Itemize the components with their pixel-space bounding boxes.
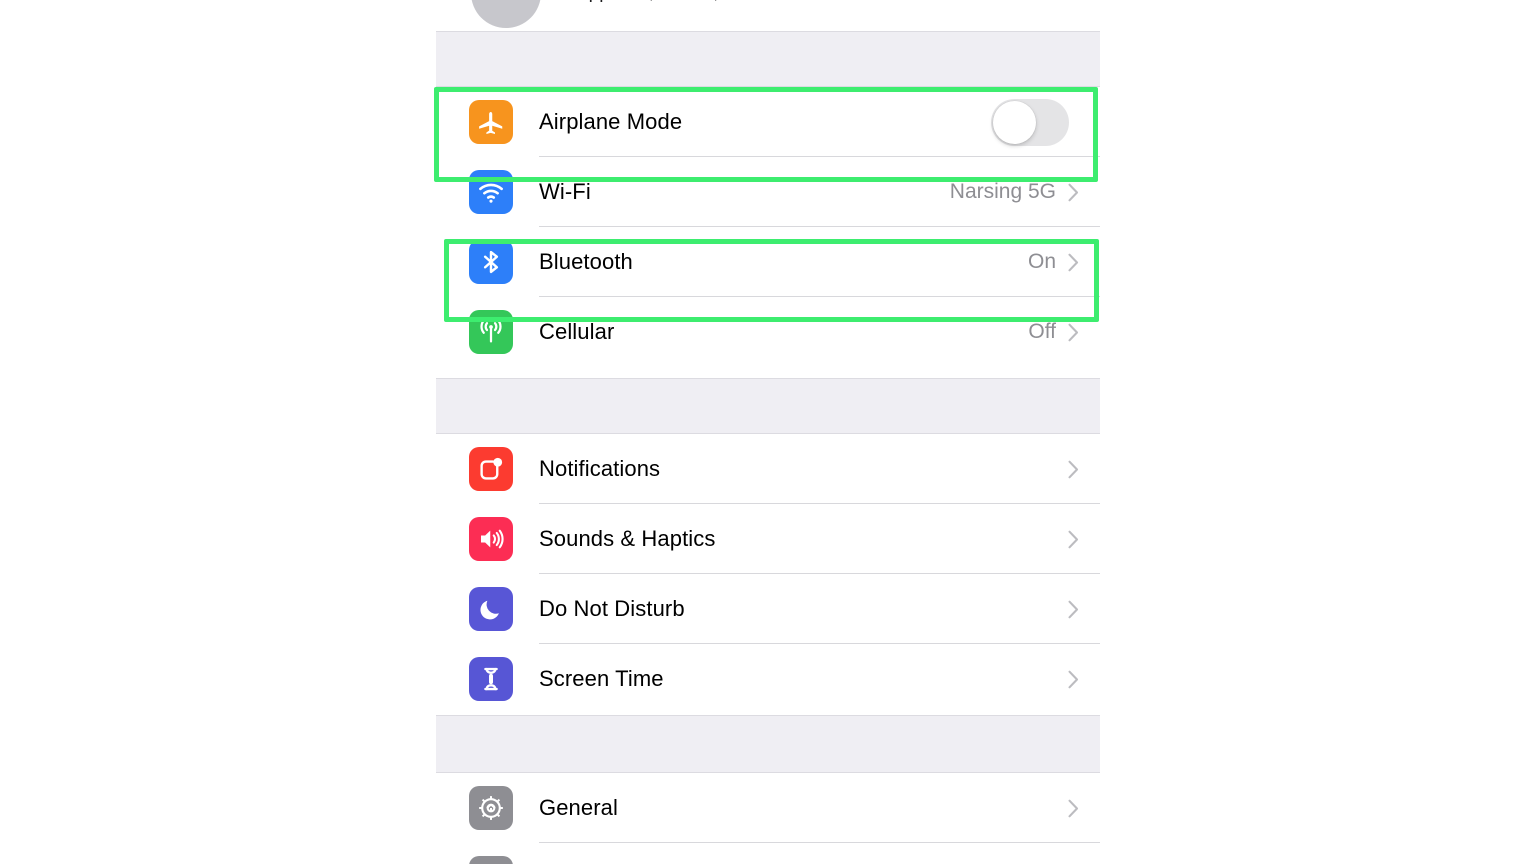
row-label: Cellular <box>539 319 615 344</box>
group-connectivity: Airplane Mode Wi-Fi Narsing 5G Bluetooth… <box>436 87 1100 367</box>
control-center-icon <box>469 856 513 864</box>
bluetooth-icon <box>469 240 513 284</box>
row-control <box>991 98 1079 146</box>
chevron-right-icon <box>1068 530 1079 549</box>
group-alerts: Notifications Sounds & Haptics Do Not Di… <box>436 434 1100 714</box>
settings-row-screen-time[interactable]: Screen Time <box>436 644 1100 714</box>
speaker-waves-icon <box>469 517 513 561</box>
row-label: Sounds & Haptics <box>539 526 716 551</box>
apple-id-row[interactable]: Apple ID, iCloud, Media & Purchases <box>436 0 1100 30</box>
settings-row-notifications[interactable]: Notifications <box>436 434 1100 504</box>
settings-row-airplane-mode[interactable]: Airplane Mode <box>436 87 1100 157</box>
row-control <box>1068 670 1079 689</box>
settings-row-do-not-disturb[interactable]: Do Not Disturb <box>436 574 1100 644</box>
apple-id-subtitle: Apple ID, iCloud, Media & Purchases <box>576 0 889 4</box>
settings-row-general[interactable]: General <box>436 773 1100 843</box>
crescent-moon-icon <box>469 587 513 631</box>
settings-row-sounds-haptics[interactable]: Sounds & Haptics <box>436 504 1100 574</box>
chevron-right-icon <box>1068 323 1079 342</box>
settings-row-control-center[interactable] <box>436 843 1100 864</box>
row-label: General <box>539 795 618 820</box>
settings-panel: Apple ID, iCloud, Media & Purchases Airp… <box>436 0 1100 864</box>
bluetooth-state-value: On <box>1027 250 1056 273</box>
row-control: Off <box>1028 320 1079 344</box>
hourglass-icon <box>469 657 513 701</box>
group-gap-top <box>436 31 1100 87</box>
row-label: Bluetooth <box>539 249 633 274</box>
wifi-network-value: Narsing 5G <box>949 180 1056 203</box>
gear-icon <box>469 786 513 830</box>
chevron-right-icon <box>1068 253 1079 272</box>
chevron-right-icon <box>1068 600 1079 619</box>
group-system: General <box>436 773 1100 864</box>
notification-badge-icon <box>469 447 513 491</box>
airplane-mode-toggle[interactable] <box>991 98 1069 146</box>
group-gap-system <box>436 715 1100 773</box>
row-control: On <box>1028 250 1079 274</box>
row-label: Wi-Fi <box>539 179 591 204</box>
row-control <box>1068 530 1079 549</box>
row-control <box>1068 799 1079 818</box>
settings-row-bluetooth[interactable]: Bluetooth On <box>436 227 1100 297</box>
row-control <box>1068 600 1079 619</box>
toggle-knob <box>993 100 1036 144</box>
row-label: Do Not Disturb <box>539 596 685 621</box>
settings-row-cellular[interactable]: Cellular Off <box>436 297 1100 367</box>
chevron-right-icon <box>1068 670 1079 689</box>
avatar <box>471 0 541 28</box>
row-label: Screen Time <box>539 666 664 691</box>
row-control <box>1068 460 1079 479</box>
settings-row-wifi[interactable]: Wi-Fi Narsing 5G <box>436 157 1100 227</box>
chevron-right-icon <box>1068 183 1079 202</box>
screenshot-root: Apple ID, iCloud, Media & Purchases Airp… <box>0 0 1536 864</box>
row-label: Airplane Mode <box>539 109 683 134</box>
cellular-state-value: Off <box>1028 320 1056 343</box>
row-control: Narsing 5G <box>950 180 1079 204</box>
group-gap-alerts <box>436 378 1100 434</box>
chevron-right-icon <box>1068 460 1079 479</box>
chevron-right-icon <box>1068 799 1079 818</box>
wifi-icon <box>469 170 513 214</box>
airplane-icon <box>469 100 513 144</box>
cellular-antenna-icon <box>469 310 513 354</box>
row-label: Notifications <box>539 456 661 481</box>
